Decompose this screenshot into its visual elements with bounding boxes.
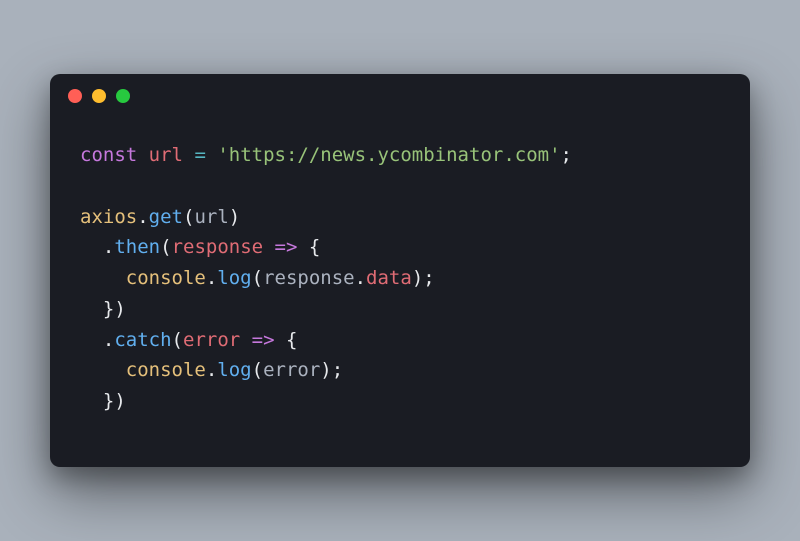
paren-close: ) — [114, 298, 125, 320]
keyword-const: const — [80, 144, 137, 166]
dot: . — [355, 267, 366, 289]
arg-error: error — [263, 359, 320, 381]
method-log: log — [217, 267, 251, 289]
semicolon: ; — [423, 267, 434, 289]
space — [137, 144, 148, 166]
brace-open: { — [309, 236, 320, 258]
prop-data: data — [366, 267, 412, 289]
method-then: then — [114, 236, 160, 258]
string-url: 'https://news.ycombinator.com' — [217, 144, 560, 166]
maximize-icon[interactable] — [116, 89, 130, 103]
space — [263, 236, 274, 258]
close-icon[interactable] — [68, 89, 82, 103]
indent — [80, 390, 103, 412]
indent — [80, 359, 126, 381]
indent — [80, 267, 126, 289]
space — [297, 236, 308, 258]
arrow: => — [252, 329, 275, 351]
paren-close: ) — [320, 359, 331, 381]
obj-axios: axios — [80, 206, 137, 228]
paren-open: ( — [183, 206, 194, 228]
arg-response: response — [263, 267, 355, 289]
dot: . — [103, 329, 114, 351]
paren-open: ( — [172, 329, 183, 351]
code-window: const url = 'https://news.ycombinator.co… — [50, 74, 750, 467]
space — [183, 144, 194, 166]
paren-close: ) — [412, 267, 423, 289]
param-response: response — [172, 236, 264, 258]
indent — [80, 298, 103, 320]
brace-close: } — [103, 298, 114, 320]
semicolon: ; — [561, 144, 572, 166]
indent — [80, 329, 103, 351]
space — [240, 329, 251, 351]
param-error: error — [183, 329, 240, 351]
brace-close: } — [103, 390, 114, 412]
code-block: const url = 'https://news.ycombinator.co… — [50, 118, 750, 467]
dot: . — [137, 206, 148, 228]
method-catch: catch — [114, 329, 171, 351]
dot: . — [206, 267, 217, 289]
indent — [80, 236, 103, 258]
paren-close: ) — [229, 206, 240, 228]
titlebar — [50, 74, 750, 118]
paren-open: ( — [160, 236, 171, 258]
var-url: url — [149, 144, 183, 166]
dot: . — [103, 236, 114, 258]
dot: . — [206, 359, 217, 381]
paren-open: ( — [252, 359, 263, 381]
obj-console: console — [126, 359, 206, 381]
space — [275, 329, 286, 351]
brace-open: { — [286, 329, 297, 351]
paren-close: ) — [114, 390, 125, 412]
arg-url: url — [194, 206, 228, 228]
semicolon: ; — [332, 359, 343, 381]
paren-open: ( — [252, 267, 263, 289]
space — [206, 144, 217, 166]
method-log: log — [217, 359, 251, 381]
arrow: => — [275, 236, 298, 258]
method-get: get — [149, 206, 183, 228]
equals: = — [194, 144, 205, 166]
obj-console: console — [126, 267, 206, 289]
minimize-icon[interactable] — [92, 89, 106, 103]
